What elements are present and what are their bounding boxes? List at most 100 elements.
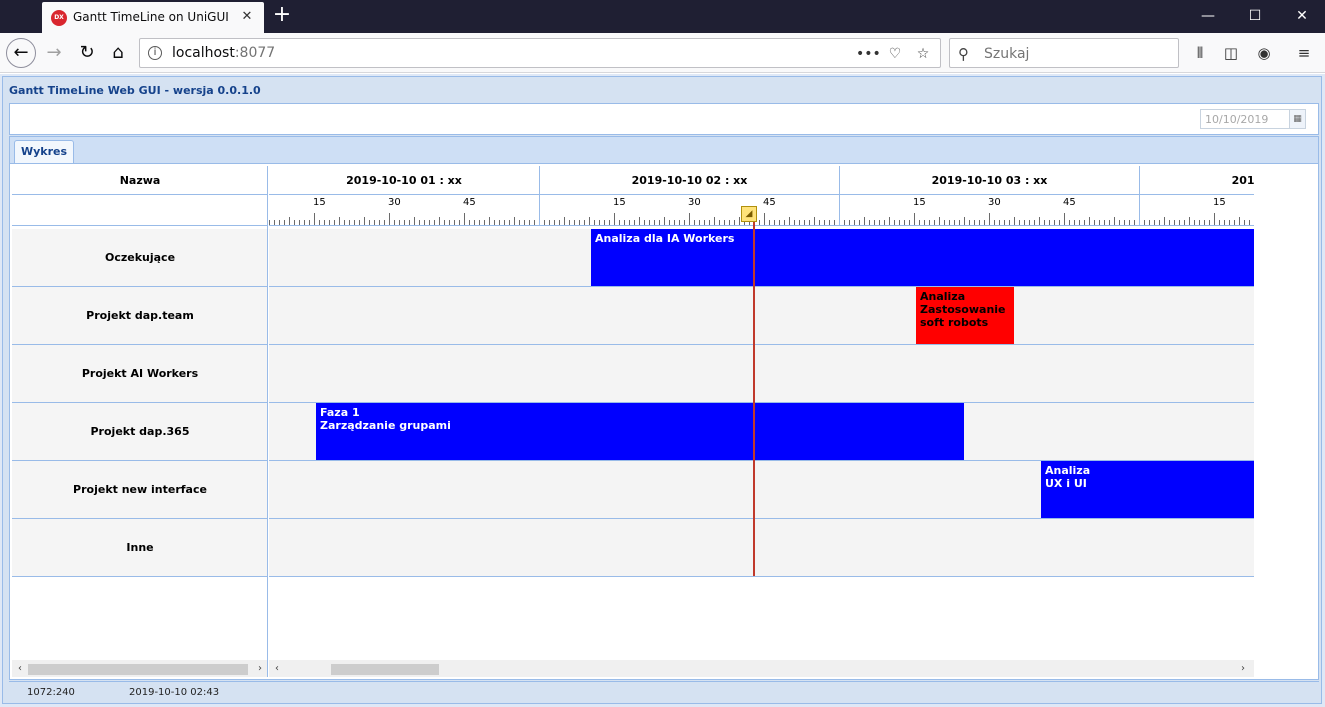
ruler-tick	[994, 220, 995, 225]
task-bar[interactable]: Analiza Zastosowanie soft robots	[916, 287, 1014, 344]
window-close-icon[interactable]: ✕	[1279, 0, 1325, 33]
ruler-tick	[299, 220, 300, 225]
ruler-tick	[314, 213, 315, 225]
ruler-tick	[559, 220, 560, 225]
ruler-tick	[374, 220, 375, 225]
scroll-left-icon[interactable]: ‹	[12, 660, 28, 677]
url-bar[interactable]: i localhost:8077 ••• ♡ ☆	[139, 38, 941, 68]
ruler-tick	[779, 220, 780, 225]
ruler-tick	[734, 220, 735, 225]
ruler-tick	[394, 220, 395, 225]
app-viewport: Gantt TimeLine Web GUI - wersja 0.0.1.0 …	[0, 74, 1325, 707]
ruler-tick	[434, 220, 435, 225]
back-icon[interactable]: ←	[6, 38, 36, 68]
ruler-tick	[469, 220, 470, 225]
timeline-row	[269, 345, 1254, 403]
ruler-tick	[879, 220, 880, 225]
ruler-tick	[774, 220, 775, 225]
ruler-tick	[269, 220, 270, 225]
close-tab-icon[interactable]: ✕	[238, 8, 256, 26]
ruler-tick	[1204, 220, 1205, 225]
ruler-tick	[614, 213, 615, 225]
ruler-tick	[274, 220, 275, 225]
ruler-tick	[429, 220, 430, 225]
scroll-thumb[interactable]	[331, 664, 439, 675]
ruler-tick	[1159, 220, 1160, 225]
scroll-thumb[interactable]	[28, 664, 248, 675]
sidebar-icon[interactable]: ◫	[1219, 41, 1243, 65]
page-actions-icon[interactable]: •••	[856, 43, 881, 65]
tab-wykres[interactable]: Wykres	[14, 140, 74, 164]
browser-tab[interactable]: DX Gantt TimeLine on UniGUI ✕	[42, 2, 264, 33]
ruler-tick	[1039, 217, 1040, 225]
ruler-tick	[739, 217, 740, 225]
ruler-tick	[449, 220, 450, 225]
ruler-tick	[889, 217, 890, 225]
timeline-hour-header: 2019-10-10 01 : xx 2019-10-10 02 : xx 20…	[269, 166, 1254, 195]
reload-icon[interactable]: ↻	[73, 39, 101, 67]
library-icon[interactable]: ⫴	[1188, 41, 1212, 65]
timeline-row	[269, 287, 1254, 345]
account-icon[interactable]: ◉	[1252, 41, 1276, 65]
ruler-tick	[339, 217, 340, 225]
names-horizontal-scrollbar[interactable]: ‹ ›	[12, 660, 267, 677]
ruler-tick	[809, 220, 810, 225]
ruler-tick	[589, 217, 590, 225]
ruler-tick	[1154, 220, 1155, 225]
pocket-icon[interactable]: ♡	[884, 43, 906, 65]
ruler-tick	[1044, 220, 1045, 225]
hour-divider	[1139, 195, 1140, 225]
date-field[interactable]: 10/10/2019 ▦	[1200, 109, 1306, 129]
ruler-tick	[509, 220, 510, 225]
ruler-tick	[1009, 220, 1010, 225]
ruler-tick	[919, 220, 920, 225]
ruler-tick	[949, 220, 950, 225]
ruler-tick	[474, 220, 475, 225]
calendar-icon[interactable]: ▦	[1289, 110, 1305, 128]
ruler-tick	[284, 220, 285, 225]
tab-strip: Wykres	[9, 136, 1319, 164]
ruler-tick	[869, 220, 870, 225]
minimize-icon[interactable]: —	[1185, 0, 1231, 33]
status-time: 2019-10-10 02:43	[129, 687, 220, 698]
app-window: Gantt TimeLine Web GUI - wersja 0.0.1.0 …	[2, 76, 1322, 704]
task-bar[interactable]: Analiza dla IA Workers	[591, 229, 1254, 286]
ruler-tick	[634, 220, 635, 225]
ruler-tick	[1014, 217, 1015, 225]
name-header-spacer	[12, 195, 267, 226]
ruler-tick	[1114, 217, 1115, 225]
minute-label: 30	[688, 197, 701, 208]
ruler-tick	[1024, 220, 1025, 225]
task-bar[interactable]: Analiza UX i UI	[1041, 461, 1254, 518]
home-icon[interactable]: ⌂	[104, 39, 132, 67]
scroll-right-icon[interactable]: ›	[1235, 660, 1251, 677]
info-icon[interactable]: i	[148, 46, 162, 60]
scroll-left-icon[interactable]: ‹	[269, 660, 285, 677]
search-input[interactable]	[984, 46, 1164, 62]
ruler-tick	[814, 217, 815, 225]
minute-label: 45	[763, 197, 776, 208]
maximize-icon[interactable]: ☐	[1232, 0, 1278, 33]
ruler-tick	[674, 220, 675, 225]
ruler-tick	[974, 220, 975, 225]
ruler-tick	[684, 220, 685, 225]
ruler-tick	[1249, 220, 1250, 225]
bookmark-star-icon[interactable]: ☆	[912, 43, 934, 65]
task-bar[interactable]: Faza 1 Zarządzanie grupami	[316, 403, 964, 460]
url-text[interactable]: localhost:8077	[172, 45, 275, 61]
ruler-tick	[714, 217, 715, 225]
current-time-marker-icon[interactable]: ◢	[741, 206, 757, 222]
ruler-tick	[1094, 220, 1095, 225]
minute-label: 45	[1063, 197, 1076, 208]
ruler-tick	[399, 220, 400, 225]
search-bar[interactable]: ⚲	[949, 38, 1179, 68]
ruler-tick	[1144, 220, 1145, 225]
forward-icon[interactable]: →	[40, 39, 68, 67]
scroll-right-icon[interactable]: ›	[252, 660, 267, 677]
ruler-tick	[644, 220, 645, 225]
menu-icon[interactable]: ≡	[1292, 41, 1316, 65]
timeline-horizontal-scrollbar[interactable]: ‹ ›	[269, 660, 1254, 677]
ruler-tick	[1189, 217, 1190, 225]
ruler-tick	[1184, 220, 1185, 225]
new-tab-icon[interactable]: +	[270, 4, 294, 28]
